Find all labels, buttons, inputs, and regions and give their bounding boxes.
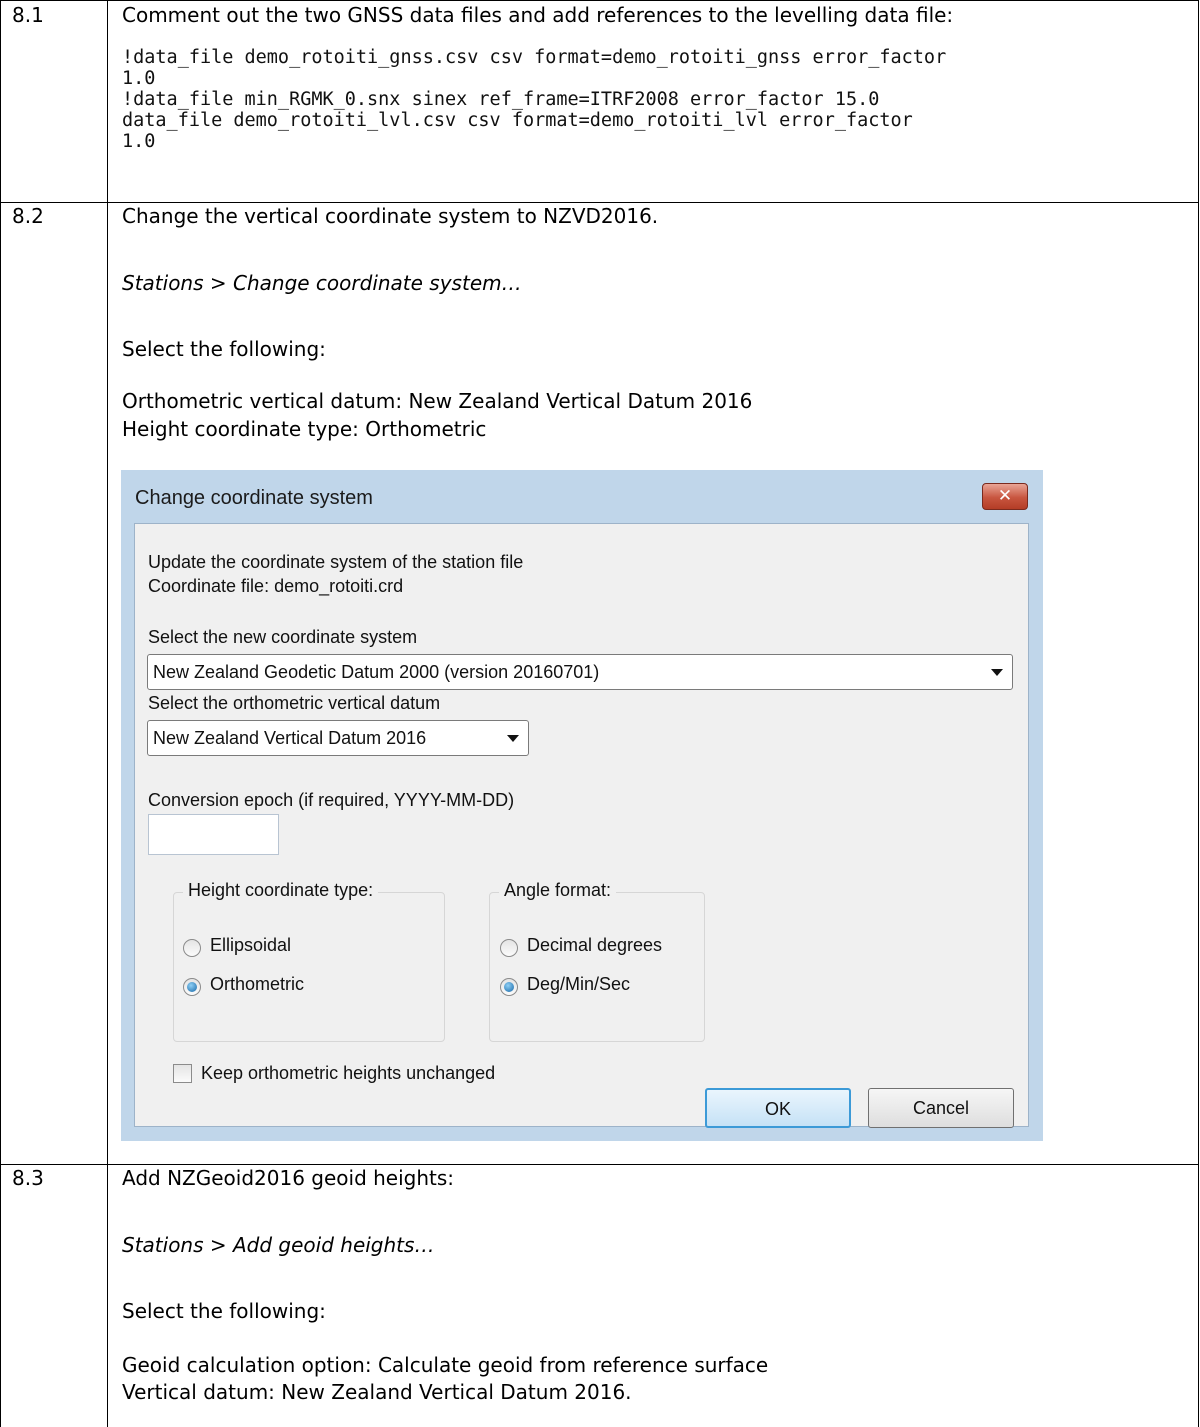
step-number: 8.2 bbox=[12, 204, 44, 228]
dialog-description: Update the coordinate system of the stat… bbox=[148, 552, 524, 572]
ellipsoidal-label: Ellipsoidal bbox=[210, 935, 292, 955]
chevron-down-icon bbox=[991, 669, 1003, 676]
chevron-down-icon bbox=[507, 735, 519, 742]
dialog-title: Change coordinate system bbox=[135, 487, 373, 509]
menu-path: Stations > Change coordinate system… bbox=[122, 271, 522, 295]
vertical-datum-label: Select the orthometric vertical datum bbox=[148, 693, 441, 713]
code-line: 1.0 bbox=[122, 68, 156, 89]
epoch-label: Conversion epoch (if required, YYYY-MM-D… bbox=[148, 790, 515, 810]
vertical-datum-value: New Zealand Vertical Datum 2016 bbox=[153, 728, 427, 748]
decimal-degrees-radio[interactable] bbox=[500, 939, 518, 957]
keep-heights-checkbox[interactable] bbox=[173, 1064, 192, 1083]
setting-line: Geoid calculation option: Calculate geoi… bbox=[122, 1353, 769, 1377]
step-number-cell: 8.2 bbox=[1, 202, 108, 1164]
cancel-button[interactable]: Cancel bbox=[868, 1088, 1014, 1128]
step-row-8-3: 8.3 Add NZGeoid2016 geoid heights: Stati… bbox=[0, 1164, 1199, 1427]
step-instruction: Change the vertical coordinate system to… bbox=[122, 204, 659, 228]
height-type-legend: Height coordinate type: bbox=[183, 880, 379, 901]
setting-line: Orthometric vertical datum: New Zealand … bbox=[122, 389, 753, 413]
vertical-datum-select[interactable]: New Zealand Vertical Datum 2016 bbox=[147, 720, 529, 756]
step-number: 8.3 bbox=[12, 1166, 44, 1190]
select-following-text: Select the following: bbox=[122, 337, 326, 361]
setting-line: Height coordinate type: Orthometric bbox=[122, 417, 487, 441]
height-type-group: Height coordinate type: Ellipsoidal Orth… bbox=[173, 880, 445, 1042]
code-line: 1.0 bbox=[122, 131, 156, 152]
step-number-cell: 8.3 bbox=[1, 1164, 108, 1427]
orthometric-label: Orthometric bbox=[210, 974, 305, 994]
code-line: data_file demo_rotoiti_lvl.csv csv forma… bbox=[122, 110, 913, 131]
close-button[interactable]: ✕ bbox=[982, 483, 1028, 510]
angle-format-legend: Angle format: bbox=[499, 880, 617, 901]
epoch-input[interactable] bbox=[148, 814, 279, 855]
coord-system-label: Select the new coordinate system bbox=[148, 627, 418, 647]
coord-system-select[interactable]: New Zealand Geodetic Datum 2000 (version… bbox=[147, 654, 1013, 690]
angle-format-group: Angle format: Decimal degrees Deg/Min/Se… bbox=[489, 880, 705, 1042]
step-number-cell: 8.1 bbox=[1, 1, 108, 202]
keep-heights-label: Keep orthometric heights unchanged bbox=[201, 1063, 496, 1083]
ok-button-label: OK bbox=[764, 1099, 791, 1119]
coordinate-file-label: Coordinate file: demo_rotoiti.crd bbox=[148, 576, 404, 596]
deg-min-sec-radio[interactable] bbox=[500, 978, 518, 996]
close-icon: ✕ bbox=[997, 486, 1013, 506]
step-number: 8.1 bbox=[12, 3, 44, 27]
cancel-button-label: Cancel bbox=[912, 1098, 970, 1118]
code-line: !data_file demo_rotoiti_gnss.csv csv for… bbox=[122, 47, 947, 68]
decimal-degrees-label: Decimal degrees bbox=[527, 935, 663, 955]
step-instruction: Add NZGeoid2016 geoid heights: bbox=[122, 1166, 455, 1190]
step-instruction: Comment out the two GNSS data files and … bbox=[122, 3, 954, 27]
ok-button[interactable]: OK bbox=[705, 1088, 851, 1128]
orthometric-radio[interactable] bbox=[183, 978, 201, 996]
deg-min-sec-label: Deg/Min/Sec bbox=[527, 974, 631, 994]
ellipsoidal-radio[interactable] bbox=[183, 939, 201, 957]
code-line: !data_file min_RGMK_0.snx sinex ref_fram… bbox=[122, 89, 880, 110]
menu-path: Stations > Add geoid heights… bbox=[122, 1233, 435, 1257]
dialog-body: Update the coordinate system of the stat… bbox=[134, 523, 1029, 1128]
step-row-8-1: 8.1 Comment out the two GNSS data files … bbox=[0, 0, 1199, 203]
change-coordinate-system-dialog: Change coordinate system ✕ Update the co… bbox=[121, 470, 1043, 1141]
coord-system-value: New Zealand Geodetic Datum 2000 (version… bbox=[153, 662, 600, 682]
setting-line: Vertical datum: New Zealand Vertical Dat… bbox=[122, 1380, 632, 1404]
select-following-text: Select the following: bbox=[122, 1299, 326, 1323]
